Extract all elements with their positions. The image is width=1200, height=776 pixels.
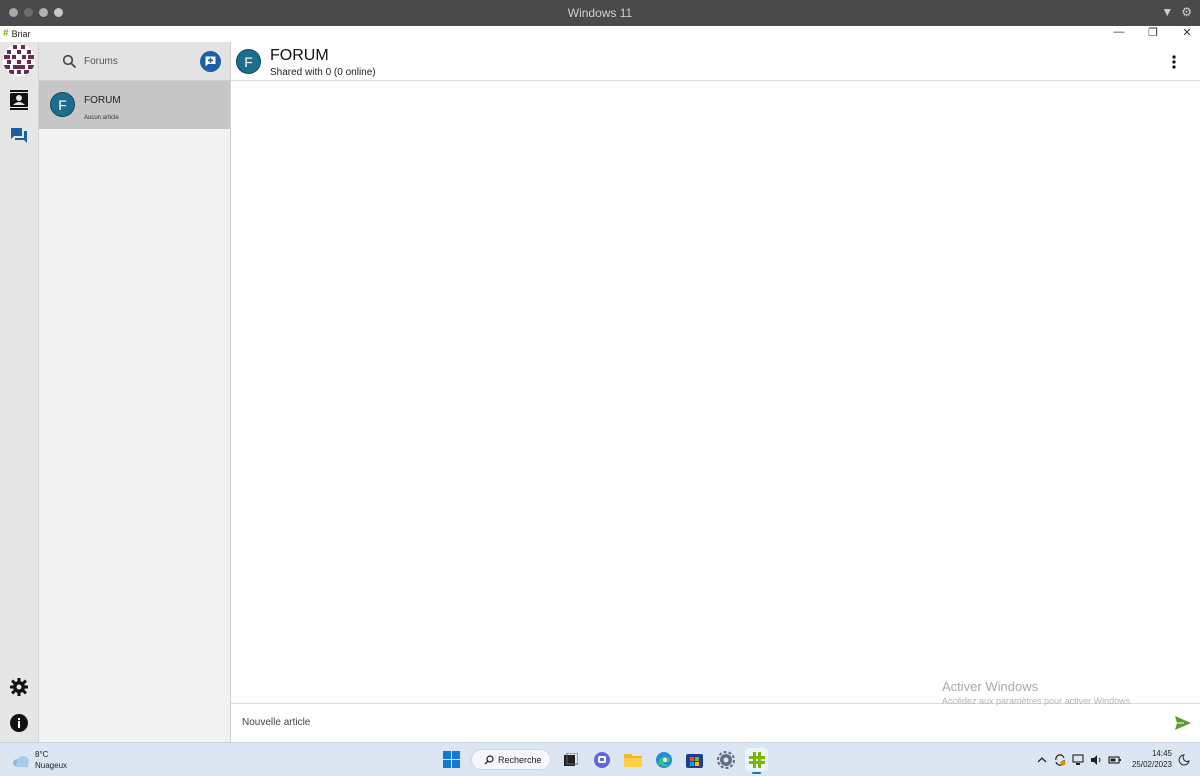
settings-gear-icon xyxy=(716,750,735,769)
sharing-status: Shared with 0 (0 online) xyxy=(270,67,376,78)
chevron-up-icon[interactable] xyxy=(1036,753,1048,765)
watermark-title: Activer Windows xyxy=(942,679,1039,694)
briar-taskbar-button[interactable] xyxy=(745,748,768,774)
clock[interactable]: 14:45 25/02/2023 xyxy=(1132,748,1172,770)
app-name: Briar xyxy=(11,28,31,39)
new-post-input[interactable]: Nouvelle article xyxy=(242,717,310,728)
vm-title: Windows 11 xyxy=(567,6,633,20)
search-input[interactable]: Forums xyxy=(84,56,118,67)
notifications-icon[interactable] xyxy=(1178,753,1190,766)
taskbar-search-button[interactable]: Recherche xyxy=(471,749,551,770)
forum-name: FORUM xyxy=(84,95,121,106)
forum-subtitle: Aucun article xyxy=(84,115,119,121)
forum-avatar: F xyxy=(50,92,75,117)
conversation-header: F FORUM Shared with 0 (0 online) xyxy=(231,42,1200,81)
send-icon[interactable] xyxy=(1175,716,1191,730)
edge-browser-icon xyxy=(655,751,672,768)
add-forum-icon xyxy=(205,56,216,67)
store-button[interactable] xyxy=(683,748,706,771)
nav-rail xyxy=(0,42,39,742)
chat-icon xyxy=(593,751,610,768)
weather-desc: Nuageux xyxy=(35,761,68,770)
minimize-button[interactable]: — xyxy=(1112,26,1126,39)
taskbar-apps: Recherche xyxy=(440,748,768,774)
system-tray: 14:45 25/02/2023 xyxy=(1036,748,1190,770)
more-options-icon[interactable] xyxy=(1172,55,1176,69)
forum-list-panel: Forums F FORUM Aucun article xyxy=(39,42,231,742)
edge-button[interactable] xyxy=(652,748,675,771)
file-explorer-button[interactable] xyxy=(621,748,644,771)
start-button[interactable] xyxy=(440,748,463,771)
weather-temp: 8°C xyxy=(35,750,49,759)
profile-avatar[interactable] xyxy=(3,44,35,76)
settings-gear-icon[interactable] xyxy=(9,677,29,697)
folder-icon xyxy=(623,754,642,767)
window-controls: — ❐ ✕ xyxy=(1112,26,1194,39)
clock-time: 14:45 xyxy=(1151,749,1172,758)
add-forum-button[interactable] xyxy=(200,51,221,72)
volume-icon[interactable] xyxy=(1090,753,1102,765)
windows-logo-icon xyxy=(443,751,460,768)
app-brand: # Briar xyxy=(3,28,31,39)
watermark-subtitle: Accédez aux paramètres pour activer Wind… xyxy=(942,696,1133,706)
taskbar-search-label: Recherche xyxy=(498,754,542,765)
teams-button[interactable] xyxy=(590,748,613,771)
contacts-icon[interactable] xyxy=(9,90,29,110)
task-view-button[interactable] xyxy=(559,748,582,771)
weather-widget[interactable]: 8°C Nuageux xyxy=(12,749,67,771)
network-icon[interactable] xyxy=(1072,753,1084,765)
briar-logo-icon: # xyxy=(3,28,9,39)
battery-icon[interactable] xyxy=(1108,753,1121,765)
close-button[interactable]: ✕ xyxy=(1180,26,1194,39)
clock-date: 25/02/2023 xyxy=(1131,760,1172,769)
forum-conversation: F FORUM Shared with 0 (0 online) Nouvell… xyxy=(231,42,1200,742)
forum-search-bar[interactable]: Forums xyxy=(39,42,230,81)
dropdown-arrow-icon[interactable]: ▼ xyxy=(1161,5,1173,19)
search-icon xyxy=(484,754,494,764)
host-titlebar-tools: ▼ ⚙ xyxy=(1161,5,1192,19)
list-item[interactable]: F FORUM Aucun article xyxy=(39,81,230,129)
info-icon[interactable] xyxy=(9,713,29,733)
task-view-icon xyxy=(563,752,578,766)
settings-button[interactable] xyxy=(714,748,737,771)
post-composer[interactable]: Nouvelle article xyxy=(231,703,1200,742)
app-titlebar: # Briar — ❐ ✕ xyxy=(0,26,1200,42)
windows-taskbar: 8°C Nuageux Recherche 14:45 25/02/2023 xyxy=(0,742,1200,776)
briar-logo-icon xyxy=(748,751,765,768)
search-icon xyxy=(62,54,77,69)
cloud-icon xyxy=(12,754,30,767)
host-titlebar: Windows 11 ▼ ⚙ xyxy=(0,0,1200,26)
forum-avatar: F xyxy=(236,49,261,74)
activation-watermark: Activer Windows Accédez aux paramètres p… xyxy=(942,679,1133,706)
gear-icon[interactable]: ⚙ xyxy=(1181,5,1192,19)
store-icon xyxy=(686,754,703,768)
page-title: FORUM xyxy=(270,47,329,64)
forums-icon[interactable] xyxy=(9,126,29,146)
restore-button[interactable]: ❐ xyxy=(1146,26,1160,39)
sync-icon[interactable] xyxy=(1054,753,1066,766)
